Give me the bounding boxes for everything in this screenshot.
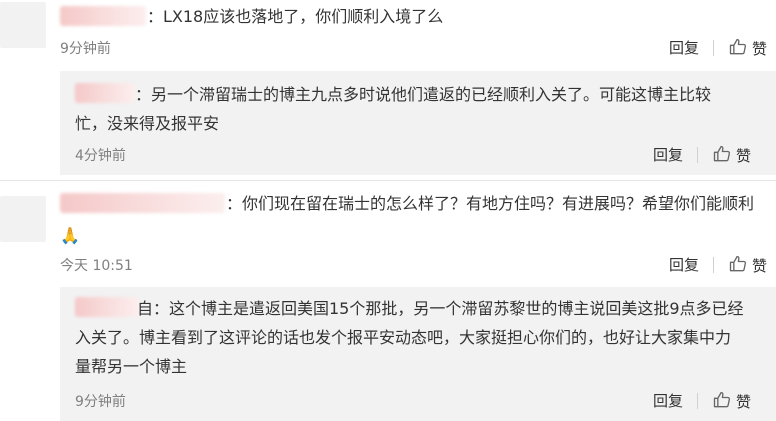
like-button[interactable]: 赞 <box>712 390 751 414</box>
avatar[interactable] <box>0 2 46 48</box>
reply-time: 4分钟前 <box>75 148 126 164</box>
avatar[interactable] <box>0 196 46 242</box>
username-blurred[interactable] <box>75 297 139 317</box>
username-blurred[interactable] <box>75 83 135 103</box>
reply-text-line3: 量帮另一个博主 <box>75 357 188 376</box>
reply-text-line2: 忙，没来得及报平安 <box>75 114 220 133</box>
reply-text-line1: ：另一个滞留瑞士的博主九点多时说他们遣返的已经顺利入关了。可能这博主比较 <box>135 85 712 104</box>
reply-text: 自：这个博主是遣返回美国15个那批，另一个滞留苏黎世的博主说回美这批9点多已经 <box>137 294 770 323</box>
reply-button[interactable]: 回复 <box>653 391 683 411</box>
action-separator <box>713 257 714 273</box>
comment-emoji: 🙏 <box>60 226 80 245</box>
reply-time: 9分钟前 <box>75 394 126 410</box>
comment-text: ：LX18应该也落地了，你们顺利入境了么 <box>147 7 444 26</box>
reply-button[interactable]: 回复 <box>653 145 683 165</box>
reply-text-line1: 自：这个博主是遣返回美国15个那批，另一个滞留苏黎世的博主说回美这批9点多已经 <box>137 299 744 318</box>
reply-button[interactable]: 回复 <box>669 38 699 58</box>
like-label: 赞 <box>736 393 752 411</box>
action-separator <box>713 40 714 56</box>
comment-text-line1: ：你们现在留在瑞士的怎么样了？有地方住吗？有进展吗？希望你们能顺利 <box>226 194 755 213</box>
comment-divider <box>0 180 776 181</box>
comment-time: 今天 10:51 <box>60 258 133 274</box>
like-label: 赞 <box>736 147 752 165</box>
like-label: 赞 <box>752 257 768 275</box>
reply-text-line2: 入关了。博主看到了这评论的话也发个报平安动态吧，大家挺担心你们的，也好让大家集中… <box>75 328 732 347</box>
comment-text: ：你们现在留在瑞士的怎么样了？有地方住吗？有进展吗？希望你们能顺利 <box>226 193 754 215</box>
like-label: 赞 <box>752 40 768 58</box>
reply-text: ：另一个滞留瑞士的博主九点多时说他们遣返的已经顺利入关了。可能这博主比较 忙，没… <box>75 80 765 138</box>
thumbs-up-icon <box>712 144 732 168</box>
username-blurred[interactable] <box>60 6 146 26</box>
thumbs-up-icon <box>728 254 748 278</box>
username-blurred[interactable] <box>60 193 225 213</box>
reply-button[interactable]: 回复 <box>669 255 699 275</box>
reply-text-continued: 入关了。博主看到了这评论的话也发个报平安动态吧，大家挺担心你们的，也好让大家集中… <box>75 323 770 381</box>
comment-time: 9分钟前 <box>60 41 111 57</box>
action-separator <box>697 393 698 409</box>
like-button[interactable]: 赞 <box>728 37 767 61</box>
action-separator <box>697 147 698 163</box>
like-button[interactable]: 赞 <box>728 254 767 278</box>
thumbs-up-icon <box>712 390 732 414</box>
thumbs-up-icon <box>728 37 748 61</box>
like-button[interactable]: 赞 <box>712 144 751 168</box>
